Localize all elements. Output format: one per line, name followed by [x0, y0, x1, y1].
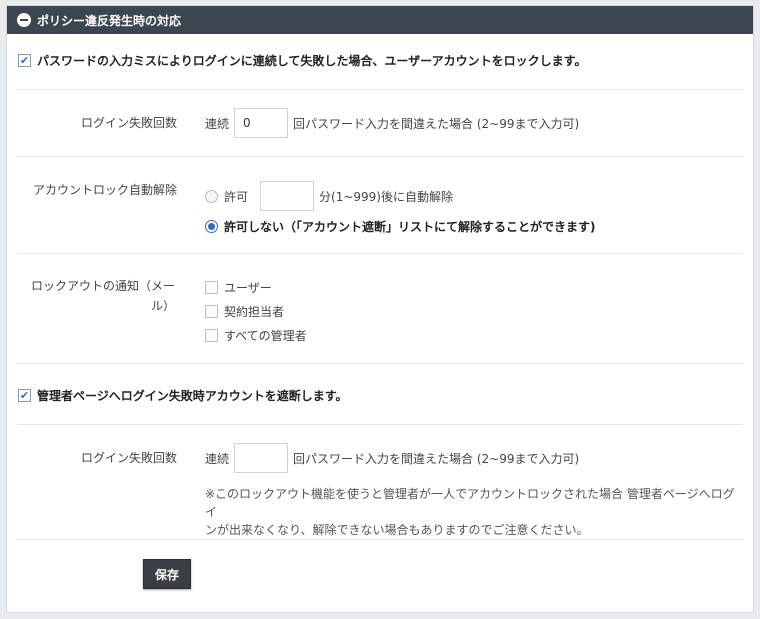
lockout-notify-label: ロックアウトの通知（メー ル） [7, 276, 175, 316]
collapse-minus-icon[interactable] [17, 13, 31, 27]
notify-user-checkbox[interactable] [205, 281, 218, 294]
policy-panel: ポリシー違反発生時の対応 ✔ パスワードの入力ミスによりログインに連続して失敗し… [6, 5, 754, 613]
notify-label-line2: ル） [150, 299, 175, 313]
unlock-minutes-suffix: 分(1~999)後に自動解除 [319, 189, 453, 204]
checkmark-icon: ✔ [19, 389, 30, 402]
unlock-minutes-input[interactable] [260, 181, 315, 211]
auto-unlock-label: アカウントロック自動解除 [32, 183, 177, 197]
note-line1: ※このロックアウト機能を使うと管理者が一人でアカウントロックされた場合 管理者ペ… [205, 487, 735, 519]
admin-login-failures-field: 連続 回パスワード入力を間違えた場合 (2~99まで入力可) [205, 443, 579, 473]
admin-login-failures-input[interactable] [234, 443, 289, 473]
admin-block-option[interactable]: ✔ 管理者ページへログイン失敗時アカウントを遮断します。 [7, 387, 348, 404]
deny-radio[interactable] [205, 220, 218, 233]
divider [17, 253, 743, 254]
login-failures-label: ログイン失敗回数 [80, 116, 177, 130]
panel-title: ポリシー違反発生時の対応 [37, 13, 182, 28]
allow-label: 許可 [224, 189, 249, 204]
lock-account-label: パスワードの入力ミスによりログインに連続して失敗した場合、ユーザーアカウントをロ… [37, 54, 587, 68]
notify-option-contract[interactable]: 契約担当者 [205, 303, 284, 320]
checkmark-icon: ✔ [19, 54, 30, 67]
admin-block-label: 管理者ページへログイン失敗時アカウントを遮断します。 [37, 389, 348, 403]
notify-admins-checkbox[interactable] [205, 329, 218, 342]
notify-contract-checkbox[interactable] [205, 305, 218, 318]
deny-label: 許可しない（「アカウント遮断」リストにて解除することができます) [224, 220, 596, 234]
divider [17, 156, 743, 157]
admin-login-failures-label: ログイン失敗回数 [80, 451, 177, 465]
lock-account-option[interactable]: ✔ パスワードの入力ミスによりログインに連続して失敗した場合、ユーザーアカウント… [7, 52, 586, 69]
notify-label-line1: ロックアウトの通知（メー [30, 279, 175, 293]
note-line2: ンが出来なくなり、解除できない場合もありますのでご注意ください。 [205, 523, 589, 537]
consecutive-prefix: 連続 [205, 451, 230, 466]
allow-radio[interactable] [205, 189, 218, 203]
login-failures-suffix: 回パスワード入力を間違えた場合 (2~99まで入力可) [293, 116, 580, 131]
notify-option-admins[interactable]: すべての管理者 [205, 327, 307, 344]
lock-account-checkbox[interactable]: ✔ [18, 54, 31, 67]
consecutive-prefix: 連続 [205, 116, 230, 131]
divider [17, 539, 743, 540]
login-failures-field: 連続 回パスワード入力を間違えた場合 (2~99まで入力可) [205, 108, 579, 138]
save-button[interactable]: 保存 [143, 559, 191, 589]
admin-login-failures-suffix: 回パスワード入力を間違えた場合 (2~99まで入力可) [293, 451, 580, 466]
panel-header[interactable]: ポリシー違反発生時の対応 [7, 6, 753, 34]
login-failures-input[interactable] [234, 108, 289, 138]
auto-unlock-deny-option[interactable]: 許可しない（「アカウント遮断」リストにて解除することができます) [205, 218, 596, 235]
notify-admins-label: すべての管理者 [224, 329, 307, 343]
divider [17, 363, 743, 364]
divider [17, 424, 743, 425]
divider [17, 89, 743, 90]
auto-unlock-allow-option[interactable]: 許可 分(1~999)後に自動解除 [205, 181, 453, 211]
notify-user-label: ユーザー [224, 281, 272, 295]
admin-block-checkbox[interactable]: ✔ [18, 389, 31, 402]
notify-contract-label: 契約担当者 [224, 305, 285, 319]
notify-option-user[interactable]: ユーザー [205, 279, 272, 296]
admin-lockout-note: ※このロックアウト機能を使うと管理者が一人でアカウントロックされた場合 管理者ペ… [205, 485, 745, 539]
